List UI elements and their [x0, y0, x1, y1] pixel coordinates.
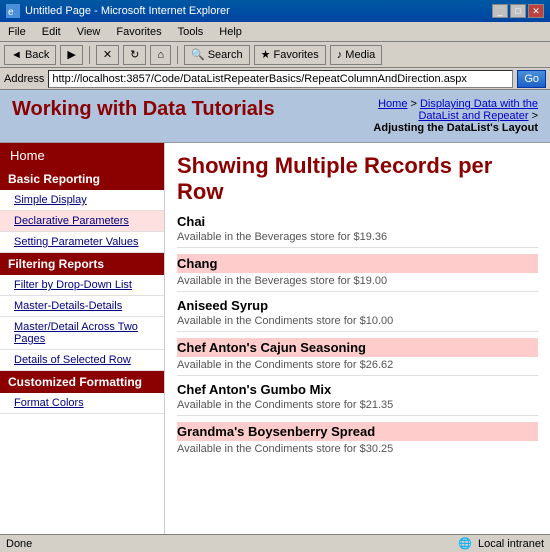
product-name: Chef Anton's Gumbo Mix: [177, 382, 538, 397]
breadcrumb-link-1[interactable]: Displaying Data with the DataList and Re…: [418, 98, 538, 122]
window-controls[interactable]: _ □ ✕: [492, 4, 544, 18]
breadcrumb-current: Adjusting the DataList's Layout: [373, 122, 538, 134]
content-title: Showing Multiple Records per Row: [177, 153, 538, 206]
title-bar: e Untitled Page - Microsoft Internet Exp…: [0, 0, 550, 22]
browser-toolbar: ◄ Back ▶ ✕ ↻ ⌂ 🔍 Search ★ Favorites ♪ Me…: [0, 42, 550, 68]
breadcrumb: Home > Displaying Data with the DataList…: [338, 98, 538, 134]
address-label: Address: [4, 73, 44, 85]
menu-view[interactable]: View: [73, 25, 105, 39]
breadcrumb-sep-1: >: [407, 98, 420, 110]
product-desc: Available in the Condiments store for $2…: [177, 399, 538, 411]
close-button[interactable]: ✕: [528, 4, 544, 18]
sidebar-item-details-selected[interactable]: Details of Selected Row: [0, 350, 164, 371]
media-button[interactable]: ♪ Media: [330, 45, 383, 65]
sidebar-section-basic[interactable]: Basic Reporting: [0, 168, 164, 190]
sidebar-item-master-detail-pages[interactable]: Master/Detail Across Two Pages: [0, 317, 164, 350]
breadcrumb-sep-2: >: [529, 110, 538, 122]
product-desc: Available in the Condiments store for $2…: [177, 359, 538, 371]
product-desc: Available in the Beverages store for $19…: [177, 231, 538, 243]
minimize-button[interactable]: _: [492, 4, 508, 18]
sidebar-item-setting-params[interactable]: Setting Parameter Values: [0, 232, 164, 253]
product-name: Chai: [177, 214, 538, 229]
sidebar-section-filtering[interactable]: Filtering Reports: [0, 253, 164, 275]
sidebar-item-declarative-params[interactable]: Declarative Parameters: [0, 211, 164, 232]
product-separator: [177, 415, 538, 416]
menu-favorites[interactable]: Favorites: [112, 25, 165, 39]
svg-text:e: e: [8, 7, 14, 18]
product-desc: Available in the Beverages store for $19…: [177, 275, 538, 287]
window-title: Untitled Page - Microsoft Internet Explo…: [25, 5, 230, 17]
menu-file[interactable]: File: [4, 25, 30, 39]
menu-tools[interactable]: Tools: [174, 25, 208, 39]
back-button[interactable]: ◄ Back: [4, 45, 56, 65]
sidebar-section-formatting[interactable]: Customized Formatting: [0, 371, 164, 393]
menu-bar: File Edit View Favorites Tools Help: [0, 22, 550, 42]
address-bar: Address Go: [0, 68, 550, 90]
page-header: Working with Data Tutorials Home > Displ…: [0, 90, 550, 143]
product-separator: [177, 331, 538, 332]
product-desc: Available in the Condiments store for $3…: [177, 443, 538, 455]
sidebar-item-filter-dropdown[interactable]: Filter by Drop-Down List: [0, 275, 164, 296]
sidebar-item-format-colors[interactable]: Format Colors: [0, 393, 164, 414]
breadcrumb-home[interactable]: Home: [378, 98, 407, 110]
product-name: Chang: [177, 254, 538, 273]
status-right: 🌐 Local intranet: [458, 537, 544, 550]
status-bar: Done 🌐 Local intranet: [0, 534, 550, 552]
page-title: Working with Data Tutorials: [12, 98, 275, 121]
sidebar-home[interactable]: Home: [0, 143, 164, 168]
toolbar-separator: [89, 46, 90, 64]
app-icon: e: [6, 4, 20, 18]
maximize-button[interactable]: □: [510, 4, 526, 18]
product-name: Aniseed Syrup: [177, 298, 538, 313]
toolbar-separator-2: [177, 46, 178, 64]
sidebar-item-simple-display[interactable]: Simple Display: [0, 190, 164, 211]
menu-edit[interactable]: Edit: [38, 25, 65, 39]
stop-button[interactable]: ✕: [96, 45, 119, 65]
sidebar-item-master-details[interactable]: Master-Details-Details: [0, 296, 164, 317]
main-content: Showing Multiple Records per Row Chai Ava…: [165, 143, 550, 534]
products-list: Chai Available in the Beverages store for…: [177, 214, 538, 455]
refresh-button[interactable]: ↻: [123, 45, 146, 65]
search-button[interactable]: 🔍 Search: [184, 45, 250, 65]
home-button[interactable]: ⌂: [150, 45, 171, 65]
page-body: Home Basic Reporting Simple Display Decl…: [0, 143, 550, 534]
product-separator: [177, 247, 538, 248]
status-zone: Local intranet: [478, 538, 544, 550]
product-separator: [177, 291, 538, 292]
forward-button[interactable]: ▶: [60, 45, 82, 65]
product-name: Grandma's Boysenberry Spread: [177, 422, 538, 441]
menu-help[interactable]: Help: [215, 25, 246, 39]
address-input[interactable]: [48, 70, 513, 88]
product-desc: Available in the Condiments store for $1…: [177, 315, 538, 327]
go-button[interactable]: Go: [517, 70, 546, 88]
status-left: Done: [6, 538, 32, 550]
product-name: Chef Anton's Cajun Seasoning: [177, 338, 538, 357]
sidebar: Home Basic Reporting Simple Display Decl…: [0, 143, 165, 534]
product-separator: [177, 375, 538, 376]
favorites-button[interactable]: ★ Favorites: [254, 45, 326, 65]
browser-content: Working with Data Tutorials Home > Displ…: [0, 90, 550, 534]
